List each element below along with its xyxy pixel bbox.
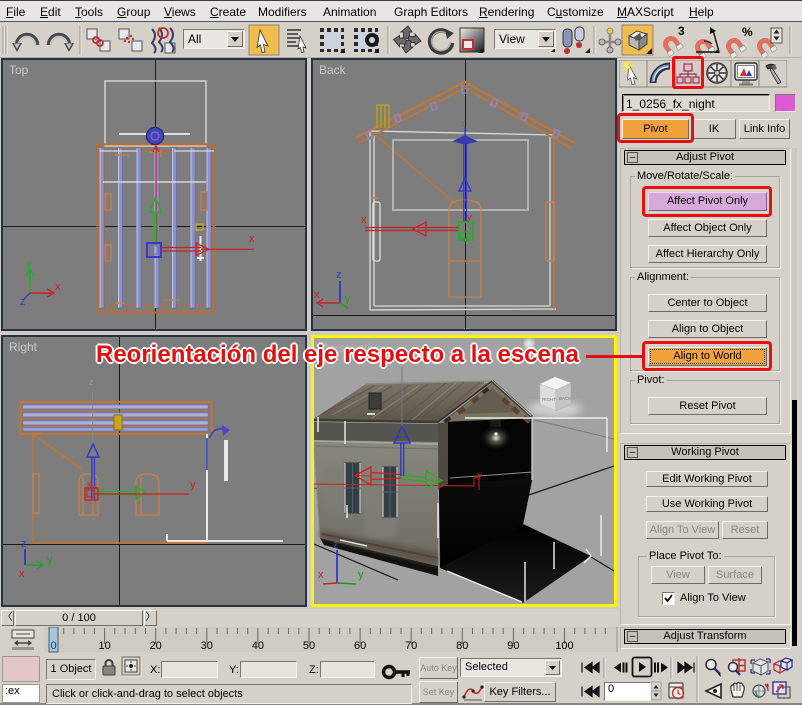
svg-text:20: 20	[150, 640, 162, 652]
svg-text:x: x	[55, 281, 61, 293]
svg-text:y: y	[467, 212, 472, 222]
svg-text:RIGHT: RIGHT	[542, 397, 556, 402]
svg-text:x: x	[249, 233, 255, 245]
svg-text:40: 40	[252, 640, 264, 652]
svg-text:z: z	[89, 377, 94, 387]
svg-text:%: %	[742, 25, 753, 39]
svg-text:0: 0	[50, 640, 56, 652]
svg-text:10: 10	[98, 640, 110, 652]
svg-text:80: 80	[456, 640, 468, 652]
svg-text:z: z	[21, 538, 27, 550]
svg-text:z: z	[461, 118, 466, 128]
svg-text:x: x	[87, 479, 92, 489]
svg-text:y: y	[47, 554, 53, 566]
svg-text:z: z	[336, 269, 342, 281]
svg-text:x: x	[318, 569, 324, 581]
svg-text:y: y	[477, 470, 482, 481]
svg-text:60: 60	[354, 640, 366, 652]
svg-text:y: y	[26, 258, 32, 270]
svg-text:x: x	[361, 214, 367, 226]
svg-text:30: 30	[201, 640, 213, 652]
svg-text:y: y	[190, 479, 196, 491]
svg-text:y: y	[345, 293, 351, 305]
svg-text:y: y	[358, 569, 364, 581]
svg-text:50: 50	[303, 640, 315, 652]
svg-text:BACK: BACK	[559, 396, 571, 401]
svg-text:70: 70	[405, 640, 417, 652]
svg-text:100: 100	[555, 640, 573, 652]
svg-text:3: 3	[678, 24, 685, 38]
svg-text:x: x	[314, 289, 320, 301]
svg-text:z: z	[333, 539, 339, 551]
svg-text:90: 90	[507, 640, 519, 652]
svg-text:x: x	[19, 568, 25, 580]
